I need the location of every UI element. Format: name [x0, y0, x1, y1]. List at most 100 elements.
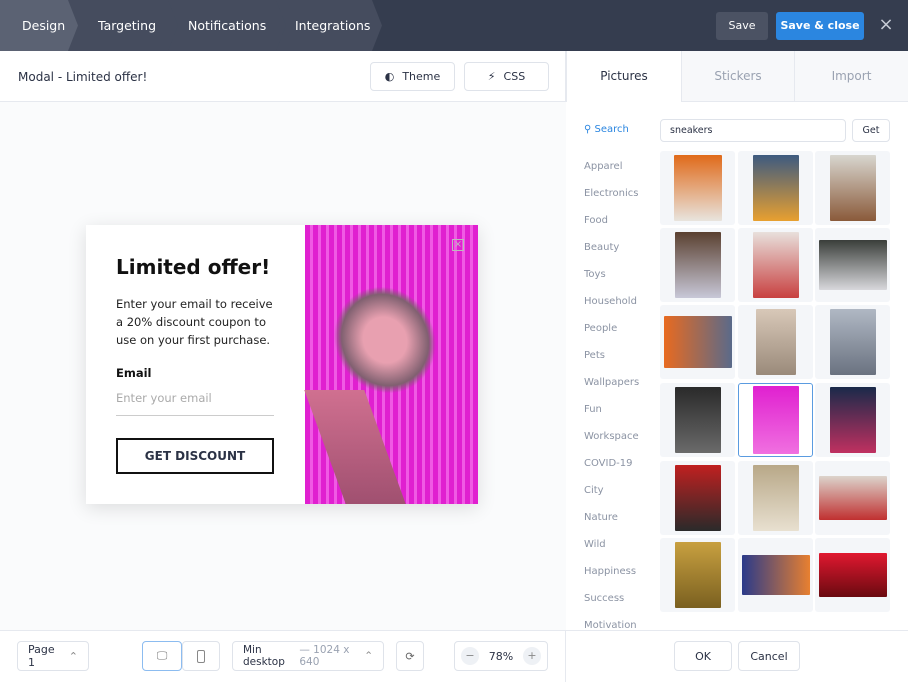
mobile-view-button[interactable] — [182, 641, 220, 671]
close-icon[interactable]: × — [876, 12, 896, 40]
chevron-up-icon: ⌃ — [68, 649, 78, 663]
picture-thumbnail[interactable] — [660, 151, 735, 225]
thumbnail-image — [818, 476, 887, 520]
zoom-level: 78% — [488, 649, 514, 663]
css-button[interactable]: ⚡ CSS — [464, 62, 549, 91]
modal-preview[interactable]: Limited offer! Enter your email to recei… — [86, 225, 478, 504]
thumbnail-image — [674, 387, 721, 453]
desktop-view-button[interactable]: 🖵 — [142, 641, 182, 671]
category-item[interactable]: City — [584, 485, 604, 496]
category-item[interactable]: Happiness — [584, 566, 636, 577]
step-design[interactable]: Design — [0, 0, 78, 51]
sneaker-image: × — [304, 225, 478, 504]
picture-thumbnail[interactable] — [738, 461, 813, 535]
lightning-icon: ⚡ — [487, 70, 496, 83]
thumbnail-image — [663, 316, 732, 368]
thumbnail-image — [829, 309, 876, 375]
device-select[interactable]: Min desktop — 1024 x 640 ⌃ — [232, 641, 384, 671]
category-item[interactable]: Wild — [584, 539, 606, 550]
divider — [0, 630, 566, 631]
picture-thumbnail[interactable] — [738, 151, 813, 225]
email-input[interactable]: Enter your email — [116, 391, 274, 416]
divider — [566, 630, 908, 631]
zoom-out-button[interactable]: − — [461, 647, 479, 665]
modal-close-icon[interactable]: × — [452, 239, 464, 251]
category-item[interactable]: Toys — [584, 269, 606, 280]
category-item[interactable]: Nature — [584, 512, 618, 523]
search-input[interactable]: sneakers — [660, 119, 846, 142]
theme-label: Theme — [402, 70, 441, 83]
picture-thumbnail[interactable] — [660, 538, 735, 612]
picture-thumbnail[interactable] — [660, 228, 735, 302]
theme-button[interactable]: ◐ Theme — [370, 62, 455, 91]
picture-thumbnail[interactable] — [815, 461, 890, 535]
rotate-icon: ⟳ — [405, 649, 415, 663]
tab-stickers[interactable]: Stickers — [681, 51, 794, 102]
picture-thumbnail[interactable] — [660, 305, 735, 379]
category-item[interactable]: Electronics — [584, 188, 639, 199]
thumbnail-image — [829, 387, 876, 453]
thumbnail-image — [741, 555, 810, 595]
picture-thumbnail[interactable] — [660, 461, 735, 535]
page-select[interactable]: Page 1 ⌃ — [17, 641, 89, 671]
category-item[interactable]: Workspace — [584, 431, 639, 442]
category-item[interactable]: Pets — [584, 350, 605, 361]
thumbnail-image — [818, 553, 887, 597]
device-size: — 1024 x 640 — [299, 644, 350, 668]
zoom-control: − 78% + — [454, 641, 548, 671]
thumbnail-image — [755, 309, 796, 375]
top-bar: Design Targeting Notifications Integrati… — [0, 0, 908, 51]
rotate-button[interactable]: ⟳ — [396, 641, 424, 671]
thumbnail-image — [674, 232, 721, 298]
picture-thumbnail[interactable] — [660, 383, 735, 457]
picture-thumbnail[interactable] — [815, 383, 890, 457]
thumbnail-image — [673, 155, 722, 221]
mobile-icon — [197, 649, 205, 663]
thumbnail-image — [752, 232, 799, 298]
theme-icon: ◐ — [384, 70, 395, 83]
step-integrations[interactable]: Integrations — [276, 0, 382, 51]
picture-thumbnail[interactable] — [815, 151, 890, 225]
step-notifications[interactable]: Notifications — [168, 0, 286, 51]
category-item[interactable]: Fun — [584, 404, 602, 415]
step-targeting[interactable]: Targeting — [68, 0, 178, 51]
search-label[interactable]: ⚲ Search — [584, 124, 629, 135]
picture-thumbnail[interactable] — [738, 228, 813, 302]
thumbnail-image — [752, 386, 799, 454]
thumbnail-image — [752, 465, 799, 531]
category-item[interactable]: Household — [584, 296, 637, 307]
css-label: CSS — [503, 70, 526, 83]
email-label: Email — [116, 366, 152, 380]
category-item[interactable]: Apparel — [584, 161, 623, 172]
search-label-text: Search — [594, 124, 629, 135]
picture-thumbnail[interactable] — [815, 538, 890, 612]
save-button[interactable]: Save — [716, 12, 768, 40]
category-item[interactable]: People — [584, 323, 617, 334]
category-item[interactable]: Beauty — [584, 242, 619, 253]
picture-thumbnail[interactable] — [738, 305, 813, 379]
category-item[interactable]: Wallpapers — [584, 377, 639, 388]
modal-body: Enter your email to receive a 20% discou… — [116, 297, 273, 347]
get-discount-button[interactable]: GET DISCOUNT — [116, 438, 274, 474]
tab-import[interactable]: Import — [794, 51, 908, 102]
category-item[interactable]: COVID-19 — [584, 458, 633, 469]
picture-thumbnail[interactable] — [815, 305, 890, 379]
thumbnail-image — [674, 465, 721, 531]
picture-thumbnail[interactable] — [738, 538, 813, 612]
category-item[interactable]: Food — [584, 215, 608, 226]
get-button[interactable]: Get — [852, 119, 890, 142]
ok-button[interactable]: OK — [674, 641, 732, 671]
thumbnail-image — [818, 240, 887, 290]
cancel-button[interactable]: Cancel — [738, 641, 800, 671]
tab-pictures[interactable]: Pictures — [566, 51, 681, 102]
picture-thumbnail[interactable] — [815, 228, 890, 302]
save-close-button[interactable]: Save & close — [776, 12, 864, 40]
thumbnail-image — [829, 155, 876, 221]
thumbnail-image — [674, 542, 721, 608]
modal-heading: Limited offer! — [116, 255, 271, 279]
desktop-icon: 🖵 — [156, 649, 168, 662]
zoom-in-button[interactable]: + — [522, 647, 541, 665]
picture-thumbnail[interactable] — [738, 383, 813, 457]
category-item[interactable]: Success — [584, 593, 624, 604]
thumbnail-image — [752, 155, 799, 221]
